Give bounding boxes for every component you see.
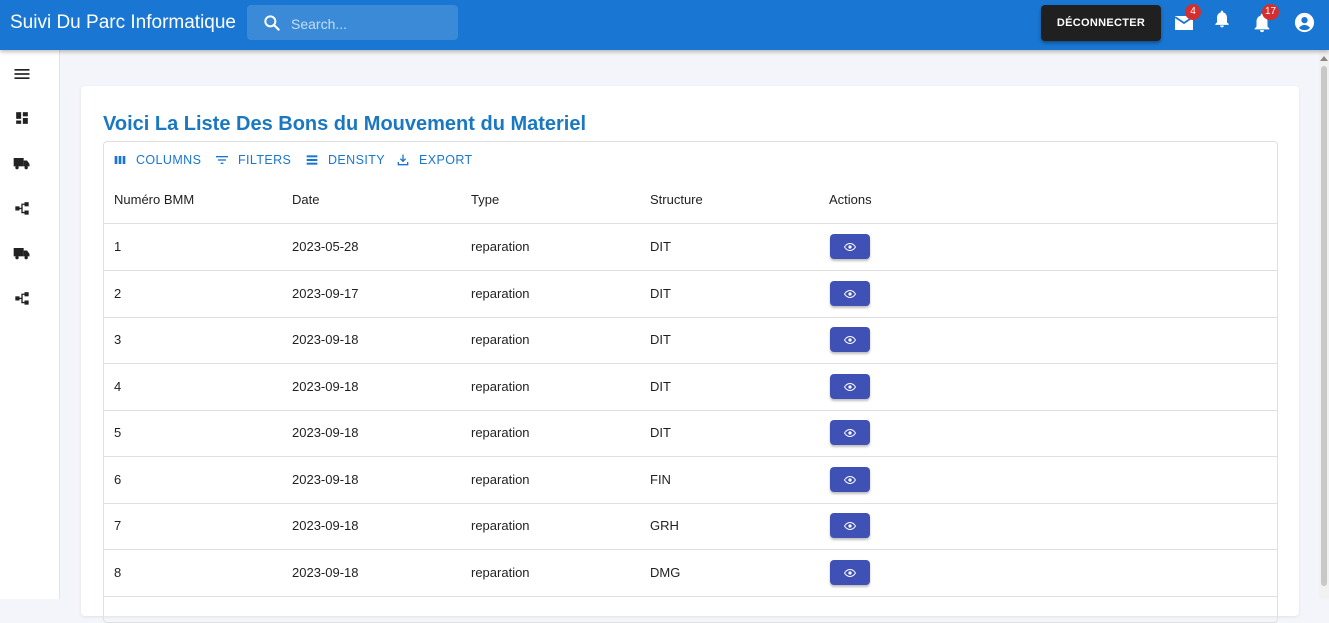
column-header-type[interactable]: Type	[471, 192, 499, 207]
cell-numero: 4	[114, 379, 122, 394]
app-bar: Suivi Du Parc Informatique DÉCONNECTER 4…	[0, 0, 1329, 50]
eye-icon	[844, 568, 856, 577]
table-row[interactable]: 4 2023-09-18 reparation DIT	[104, 364, 1277, 411]
notifications-badge: 17	[1262, 4, 1280, 20]
cell-structure: DIT	[650, 239, 671, 254]
cell-structure: FIN	[650, 472, 671, 487]
sidebar	[0, 50, 60, 599]
cell-date: 2023-09-18	[292, 472, 359, 487]
search-input[interactable]	[289, 5, 453, 42]
export-label: EXPORT	[419, 153, 473, 167]
page-title: Voici La Liste Des Bons du Mouvement du …	[103, 113, 587, 135]
export-icon	[397, 154, 409, 166]
filter-icon	[216, 156, 228, 164]
density-icon	[306, 155, 318, 165]
view-button[interactable]	[830, 420, 870, 445]
hierarchy-icon[interactable]	[12, 288, 32, 308]
filters-button[interactable]: FILTERS	[214, 151, 291, 169]
cell-structure: DIT	[650, 332, 671, 347]
account-circle-icon[interactable]	[1293, 11, 1316, 34]
cell-type: reparation	[471, 286, 530, 301]
eye-icon	[844, 382, 856, 391]
bell-icon[interactable]	[1212, 9, 1232, 29]
cell-numero: 3	[114, 332, 122, 347]
table-row[interactable]: 5 2023-09-18 reparation DIT	[104, 410, 1277, 457]
menu-icon[interactable]	[12, 64, 32, 84]
cell-structure: DIT	[650, 379, 671, 394]
filters-label: FILTERS	[238, 153, 292, 167]
cell-type: reparation	[471, 379, 530, 394]
cell-type: reparation	[471, 425, 530, 440]
data-grid: COLUMNS FILTERS DENSITY EXPORT Numéro BM…	[103, 141, 1278, 623]
export-button[interactable]: EXPORT	[395, 151, 473, 169]
table-row[interactable]: 8 2023-09-18 reparation DMG	[104, 550, 1277, 597]
cell-type: reparation	[471, 565, 530, 580]
table-row[interactable]: 7 2023-09-18 reparation GRH	[104, 503, 1277, 550]
column-header-date[interactable]: Date	[292, 192, 319, 207]
eye-icon	[844, 289, 856, 298]
cell-numero: 5	[114, 425, 122, 440]
app-title: Suivi Du Parc Informatique	[10, 12, 236, 33]
eye-icon	[844, 521, 856, 530]
cell-numero: 6	[114, 472, 122, 487]
search-box[interactable]	[247, 5, 458, 42]
hierarchy-icon[interactable]	[12, 198, 32, 218]
page-scrollbar[interactable]	[1319, 50, 1329, 599]
mail-badge: 4	[1185, 4, 1201, 20]
column-header-actions: Actions	[829, 192, 872, 207]
density-label: DENSITY	[328, 153, 385, 167]
cell-type: reparation	[471, 332, 530, 347]
scroll-thumb[interactable]	[1321, 66, 1327, 586]
eye-icon	[844, 428, 856, 437]
eye-icon	[844, 475, 856, 484]
cell-numero: 7	[114, 518, 122, 533]
cell-structure: DIT	[650, 286, 671, 301]
view-button[interactable]	[830, 374, 870, 399]
eye-icon	[844, 242, 856, 251]
view-button[interactable]	[830, 513, 870, 538]
truck-icon[interactable]	[12, 153, 32, 173]
logout-button[interactable]: DÉCONNECTER	[1041, 5, 1161, 41]
cell-date: 2023-09-18	[292, 332, 359, 347]
cell-date: 2023-09-18	[292, 379, 359, 394]
table-row[interactable]: 1 2023-05-28 reparation DIT	[104, 224, 1277, 271]
view-button[interactable]	[830, 560, 870, 585]
cell-date: 2023-09-17	[292, 286, 359, 301]
cell-numero: 8	[114, 565, 122, 580]
truck-icon[interactable]	[12, 243, 32, 263]
cell-structure: GRH	[650, 518, 679, 533]
view-button[interactable]	[830, 327, 870, 352]
eye-icon	[844, 335, 856, 344]
column-header-numero[interactable]: Numéro BMM	[114, 192, 194, 207]
cell-type: reparation	[471, 518, 530, 533]
scroll-up-arrow-icon[interactable]	[1320, 56, 1328, 61]
dashboard-icon[interactable]	[12, 108, 32, 128]
cell-type: reparation	[471, 239, 530, 254]
cell-structure: DMG	[650, 565, 681, 580]
cell-structure: DIT	[650, 425, 671, 440]
table-row[interactable]: 3 2023-09-18 reparation DIT	[104, 317, 1277, 364]
cell-type: reparation	[471, 472, 530, 487]
columns-icon	[114, 156, 126, 164]
table-row[interactable]: 6 2023-09-18 reparation FIN	[104, 457, 1277, 504]
view-button[interactable]	[830, 467, 870, 492]
cell-date: 2023-05-28	[292, 239, 359, 254]
cell-date: 2023-09-18	[292, 565, 359, 580]
view-button[interactable]	[830, 281, 870, 306]
cell-numero: 1	[114, 239, 122, 254]
table-row[interactable]: 2 2023-09-17 reparation DIT	[104, 271, 1277, 318]
columns-label: COLUMNS	[136, 153, 202, 167]
cell-date: 2023-09-18	[292, 518, 359, 533]
cell-date: 2023-09-18	[292, 425, 359, 440]
cell-numero: 2	[114, 286, 122, 301]
search-icon	[264, 15, 280, 31]
columns-button[interactable]: COLUMNS	[112, 151, 201, 169]
view-button[interactable]	[830, 234, 870, 259]
density-button[interactable]: DENSITY	[304, 151, 385, 169]
content-card: Voici La Liste Des Bons du Mouvement du …	[81, 86, 1299, 623]
column-header-structure[interactable]: Structure	[650, 192, 703, 207]
